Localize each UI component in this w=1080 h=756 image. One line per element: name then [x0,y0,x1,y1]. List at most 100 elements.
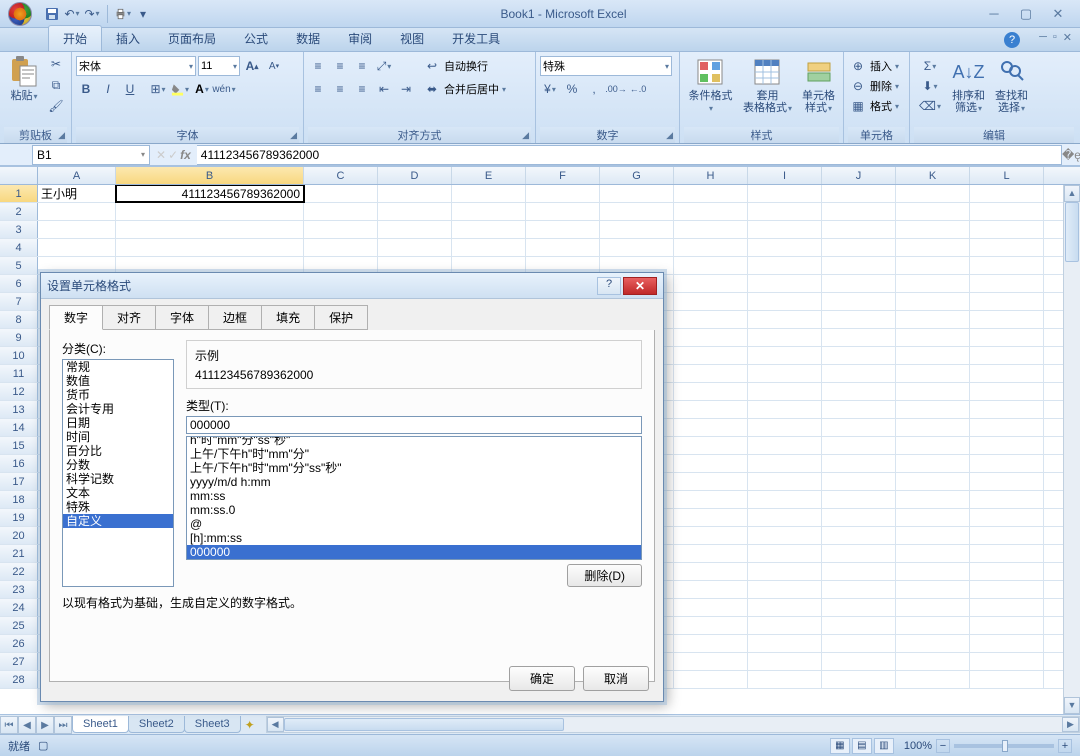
sheet-tab-3[interactable]: Sheet3 [184,716,241,733]
cell-K10[interactable] [896,347,970,364]
cell-J11[interactable] [822,365,896,382]
type-item[interactable]: 上午/下午h"时"mm"分" [187,447,641,461]
cell-L3[interactable] [970,221,1044,238]
pagebreak-view-icon[interactable]: ▥ [874,738,894,754]
cell-I16[interactable] [748,455,822,472]
close-button[interactable]: ✕ [1046,5,1070,23]
cell-I20[interactable] [748,527,822,544]
cell-I14[interactable] [748,419,822,436]
cell-J22[interactable] [822,563,896,580]
cell-I28[interactable] [748,671,822,688]
cell-H3[interactable] [674,221,748,238]
cell-H11[interactable] [674,365,748,382]
cell-A2[interactable] [38,203,116,220]
cell-J16[interactable] [822,455,896,472]
mdi-close[interactable]: ✕ [1063,31,1072,44]
row-header-16[interactable]: 16 [0,455,38,472]
cell-J7[interactable] [822,293,896,310]
zoom-out-button[interactable]: − [936,739,950,753]
cell-K18[interactable] [896,491,970,508]
cell-G3[interactable] [600,221,674,238]
merge-center-button[interactable]: ⬌合并后居中 [422,79,506,99]
scroll-down-icon[interactable]: ▼ [1064,697,1080,714]
cell-J9[interactable] [822,329,896,346]
category-item[interactable]: 文本 [63,486,173,500]
category-item[interactable]: 特殊 [63,500,173,514]
redo-icon[interactable]: ↷ [84,6,100,22]
cell-L8[interactable] [970,311,1044,328]
type-item[interactable]: mm:ss.0 [187,503,641,517]
row-header-26[interactable]: 26 [0,635,38,652]
cell-J23[interactable] [822,581,896,598]
sheet-next-icon[interactable]: ▶ [36,716,54,734]
cell-K4[interactable] [896,239,970,256]
cell-I18[interactable] [748,491,822,508]
cell-G1[interactable] [600,185,674,202]
cell-J8[interactable] [822,311,896,328]
qat-customize-icon[interactable]: ▾ [135,6,151,22]
cell-B2[interactable] [116,203,304,220]
fill-icon[interactable]: ⬇ [914,76,946,96]
cell-F3[interactable] [526,221,600,238]
cell-J25[interactable] [822,617,896,634]
cell-K26[interactable] [896,635,970,652]
cell-K19[interactable] [896,509,970,526]
insert-cells-button[interactable]: ⊕插入 [848,56,899,76]
cell-I24[interactable] [748,599,822,616]
cell-H15[interactable] [674,437,748,454]
cell-B3[interactable] [116,221,304,238]
mdi-restore[interactable]: ▫ [1053,31,1057,44]
cell-J6[interactable] [822,275,896,292]
cell-K21[interactable] [896,545,970,562]
scroll-right-icon[interactable]: ▶ [1062,717,1079,732]
cell-J18[interactable] [822,491,896,508]
dialog-titlebar[interactable]: 设置单元格格式 ? ✕ [41,273,663,299]
cell-K25[interactable] [896,617,970,634]
cell-H26[interactable] [674,635,748,652]
cell-H23[interactable] [674,581,748,598]
type-item[interactable]: h"时"mm"分"ss"秒" [187,436,641,447]
row-header-15[interactable]: 15 [0,437,38,454]
cell-D3[interactable] [378,221,452,238]
cell-F4[interactable] [526,239,600,256]
category-item[interactable]: 时间 [63,430,173,444]
cell-J5[interactable] [822,257,896,274]
cell-L18[interactable] [970,491,1044,508]
cell-H12[interactable] [674,383,748,400]
find-select-button[interactable]: 查找和 选择 [991,54,1032,116]
cell-J26[interactable] [822,635,896,652]
type-list[interactable]: h:mm:ssh"时"mm"分"h"时"mm"分"ss"秒"上午/下午h"时"m… [186,436,642,560]
col-header-L[interactable]: L [970,167,1044,184]
row-header-14[interactable]: 14 [0,419,38,436]
scroll-up-icon[interactable]: ▲ [1064,185,1080,202]
cell-L24[interactable] [970,599,1044,616]
cell-I10[interactable] [748,347,822,364]
category-item[interactable]: 自定义 [63,514,173,528]
print-icon[interactable] [115,6,131,22]
cell-K2[interactable] [896,203,970,220]
row-header-24[interactable]: 24 [0,599,38,616]
cell-K28[interactable] [896,671,970,688]
font-color-icon[interactable]: A [192,79,212,99]
cell-K1[interactable] [896,185,970,202]
cell-J20[interactable] [822,527,896,544]
orientation-icon[interactable]: ⤢ [374,56,394,76]
cell-J13[interactable] [822,401,896,418]
cell-K13[interactable] [896,401,970,418]
category-item[interactable]: 科学记数 [63,472,173,486]
tab-view[interactable]: 视图 [386,26,438,51]
fill-color-icon[interactable] [170,79,190,99]
sheet-first-icon[interactable]: ⏮ [0,716,18,734]
cell-H1[interactable] [674,185,748,202]
cell-I2[interactable] [748,203,822,220]
category-list[interactable]: 常规数值货币会计专用日期时间百分比分数科学记数文本特殊自定义 [62,359,174,587]
col-header-F[interactable]: F [526,167,600,184]
cell-L6[interactable] [970,275,1044,292]
expand-formula-icon[interactable]: �ęž [1062,148,1080,162]
col-header-E[interactable]: E [452,167,526,184]
row-header-21[interactable]: 21 [0,545,38,562]
col-header-A[interactable]: A [38,167,116,184]
row-header-18[interactable]: 18 [0,491,38,508]
new-sheet-icon[interactable]: ✦ [240,718,260,732]
cell-J27[interactable] [822,653,896,670]
